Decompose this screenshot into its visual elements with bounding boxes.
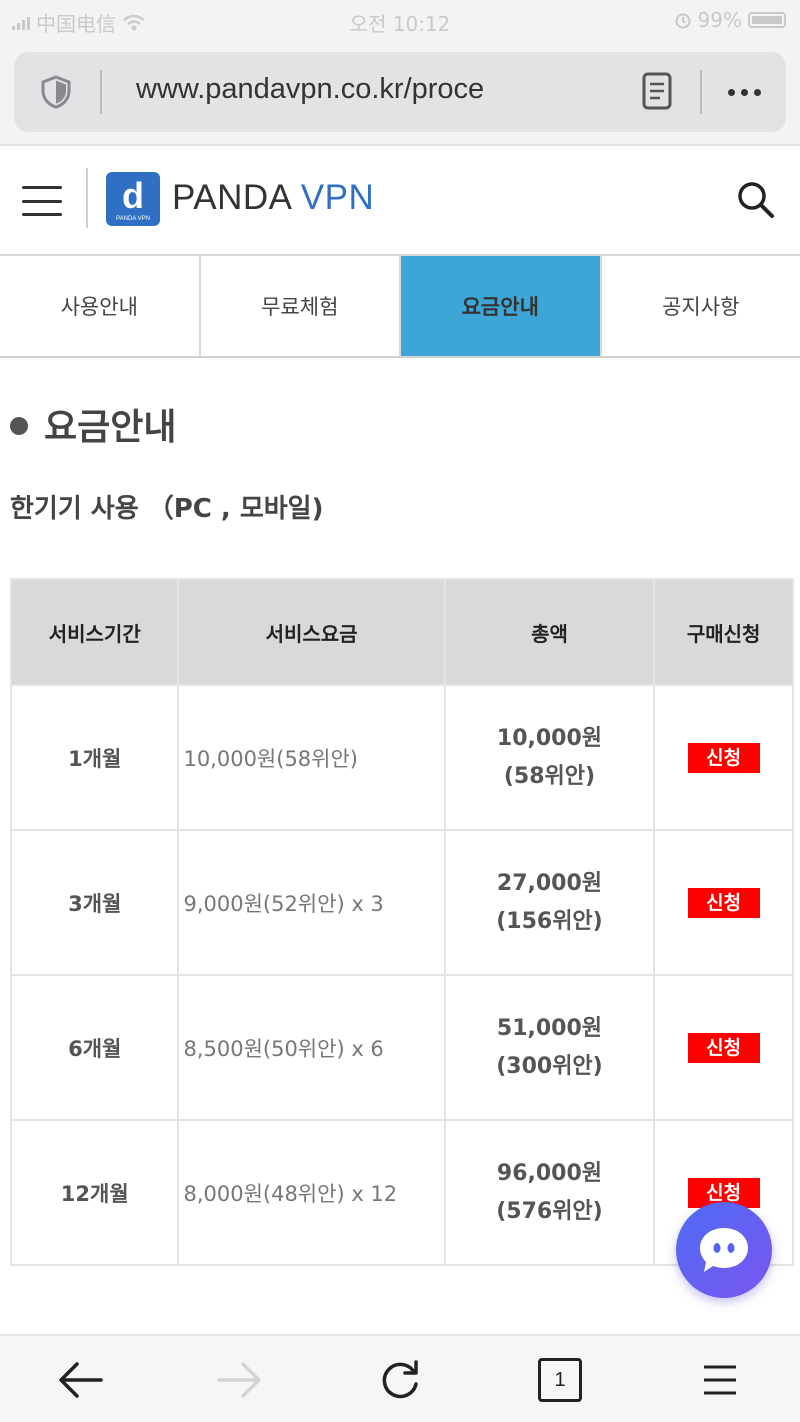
search-icon[interactable] [736,180,776,220]
total-cell: 51,000원 (300위안) [443,974,656,1121]
brand-part1: PANDA [172,178,291,217]
table-row: 1개월 10,000원(58위안) 10,000원 (58위안) 신청 [9,684,794,831]
plan-subtitle: 한기기 사용 （PC , 모바일) [10,494,324,524]
tab-usage-guide[interactable]: 사용안내 [0,256,201,356]
url-divider [700,70,702,114]
browser-toolbar: www.pandavpn.co.kr/proce [0,40,800,146]
brand-part2: VPN [300,178,375,217]
fee-cell: 10,000원(58위안) [177,684,446,831]
header-divider [86,168,88,228]
fee-cell: 8,000원(48위안) x 12 [177,1119,446,1266]
reader-mode-icon[interactable] [642,72,672,110]
action-cell: 신청 [653,974,794,1121]
apply-button[interactable]: 신청 [687,1032,760,1063]
apply-button[interactable]: 신청 [687,887,760,918]
tab-count: 1 [538,1358,582,1402]
url-divider [100,70,102,114]
page-title: 요금안내 [10,398,176,450]
header-service-period: 서비스기간 [9,578,180,686]
total-cny: (576위안) [496,1198,603,1224]
tab-free-trial[interactable]: 무료체험 [200,256,401,356]
period-cell: 6개월 [9,974,180,1121]
period-cell: 1개월 [9,684,180,831]
site-header: d PANDA VPN PANDA VPN [0,148,800,256]
alarm-icon [675,13,691,29]
total-krw: 96,000원 [496,1160,603,1186]
total-cell: 96,000원 (576위안) [443,1119,656,1266]
reload-icon[interactable] [376,1356,424,1404]
logo[interactable]: d PANDA VPN [106,172,160,226]
table-row: 3개월 9,000원(52위안) x 3 27,000원 (156위안) 신청 [9,829,794,976]
total-krw: 27,000원 [496,870,603,896]
logo-caption: PANDA VPN [116,216,150,222]
shield-icon[interactable] [38,74,74,110]
tab-bar: 사용안내 무료체험 요금안내 공지사항 [0,256,800,358]
action-cell: 신청 [653,829,794,976]
total-cell: 27,000원 (156위안) [443,829,656,976]
logo-glyph: d [122,175,144,216]
chat-button[interactable] [676,1202,772,1298]
header-service-fee: 서비스요금 [177,578,446,686]
fee-cell: 9,000원(52위안) x 3 [177,829,446,976]
total-cny: (300위안) [496,1053,603,1079]
url-text[interactable]: www.pandavpn.co.kr/proce [136,73,484,106]
total-cny: (58위안) [503,763,596,789]
total-krw: 10,000원 [496,725,603,751]
brand-name[interactable]: PANDA VPN [172,178,374,218]
action-cell: 신청 [653,684,794,831]
period-cell: 12개월 [9,1119,180,1266]
more-dots-icon[interactable] [722,74,766,110]
tab-pricing[interactable]: 요금안내 [401,256,602,356]
period-cell: 3개월 [9,829,180,976]
table-header-row: 서비스기간 서비스요금 총액 구매신청 [9,578,794,686]
bullet-icon [10,417,28,435]
back-arrow-icon[interactable] [56,1356,104,1404]
browser-bottom-bar: 1 [0,1334,800,1422]
page-title-text: 요금안내 [44,407,177,448]
chat-bubble-icon [700,1228,748,1272]
status-bar: 中国电信 오전 10:12 99% [0,0,800,40]
fee-cell: 8,500원(50위안) x 6 [177,974,446,1121]
header-purchase: 구매신청 [653,578,794,686]
battery-icon [748,12,786,28]
table-row: 6개월 8,500원(50위안) x 6 51,000원 (300위안) 신청 [9,974,794,1121]
address-bar[interactable]: www.pandavpn.co.kr/proce [14,52,786,132]
tab-notices[interactable]: 공지사항 [601,256,800,356]
total-krw: 51,000원 [496,1015,603,1041]
pricing-table: 서비스기간 서비스요금 총액 구매신청 1개월 10,000원(58위안) 10… [9,578,794,1266]
browser-menu-icon[interactable] [696,1356,744,1404]
header-total: 총액 [443,578,656,686]
tab-switcher-icon[interactable]: 1 [536,1356,584,1404]
status-right: 99% [674,8,786,32]
total-cny: (156위안) [496,908,603,934]
total-cell: 10,000원 (58위안) [443,684,656,831]
apply-button[interactable]: 신청 [687,742,760,773]
battery-percent: 99% [697,8,742,32]
hamburger-menu-icon[interactable] [22,186,62,216]
forward-arrow-icon[interactable] [216,1356,264,1404]
